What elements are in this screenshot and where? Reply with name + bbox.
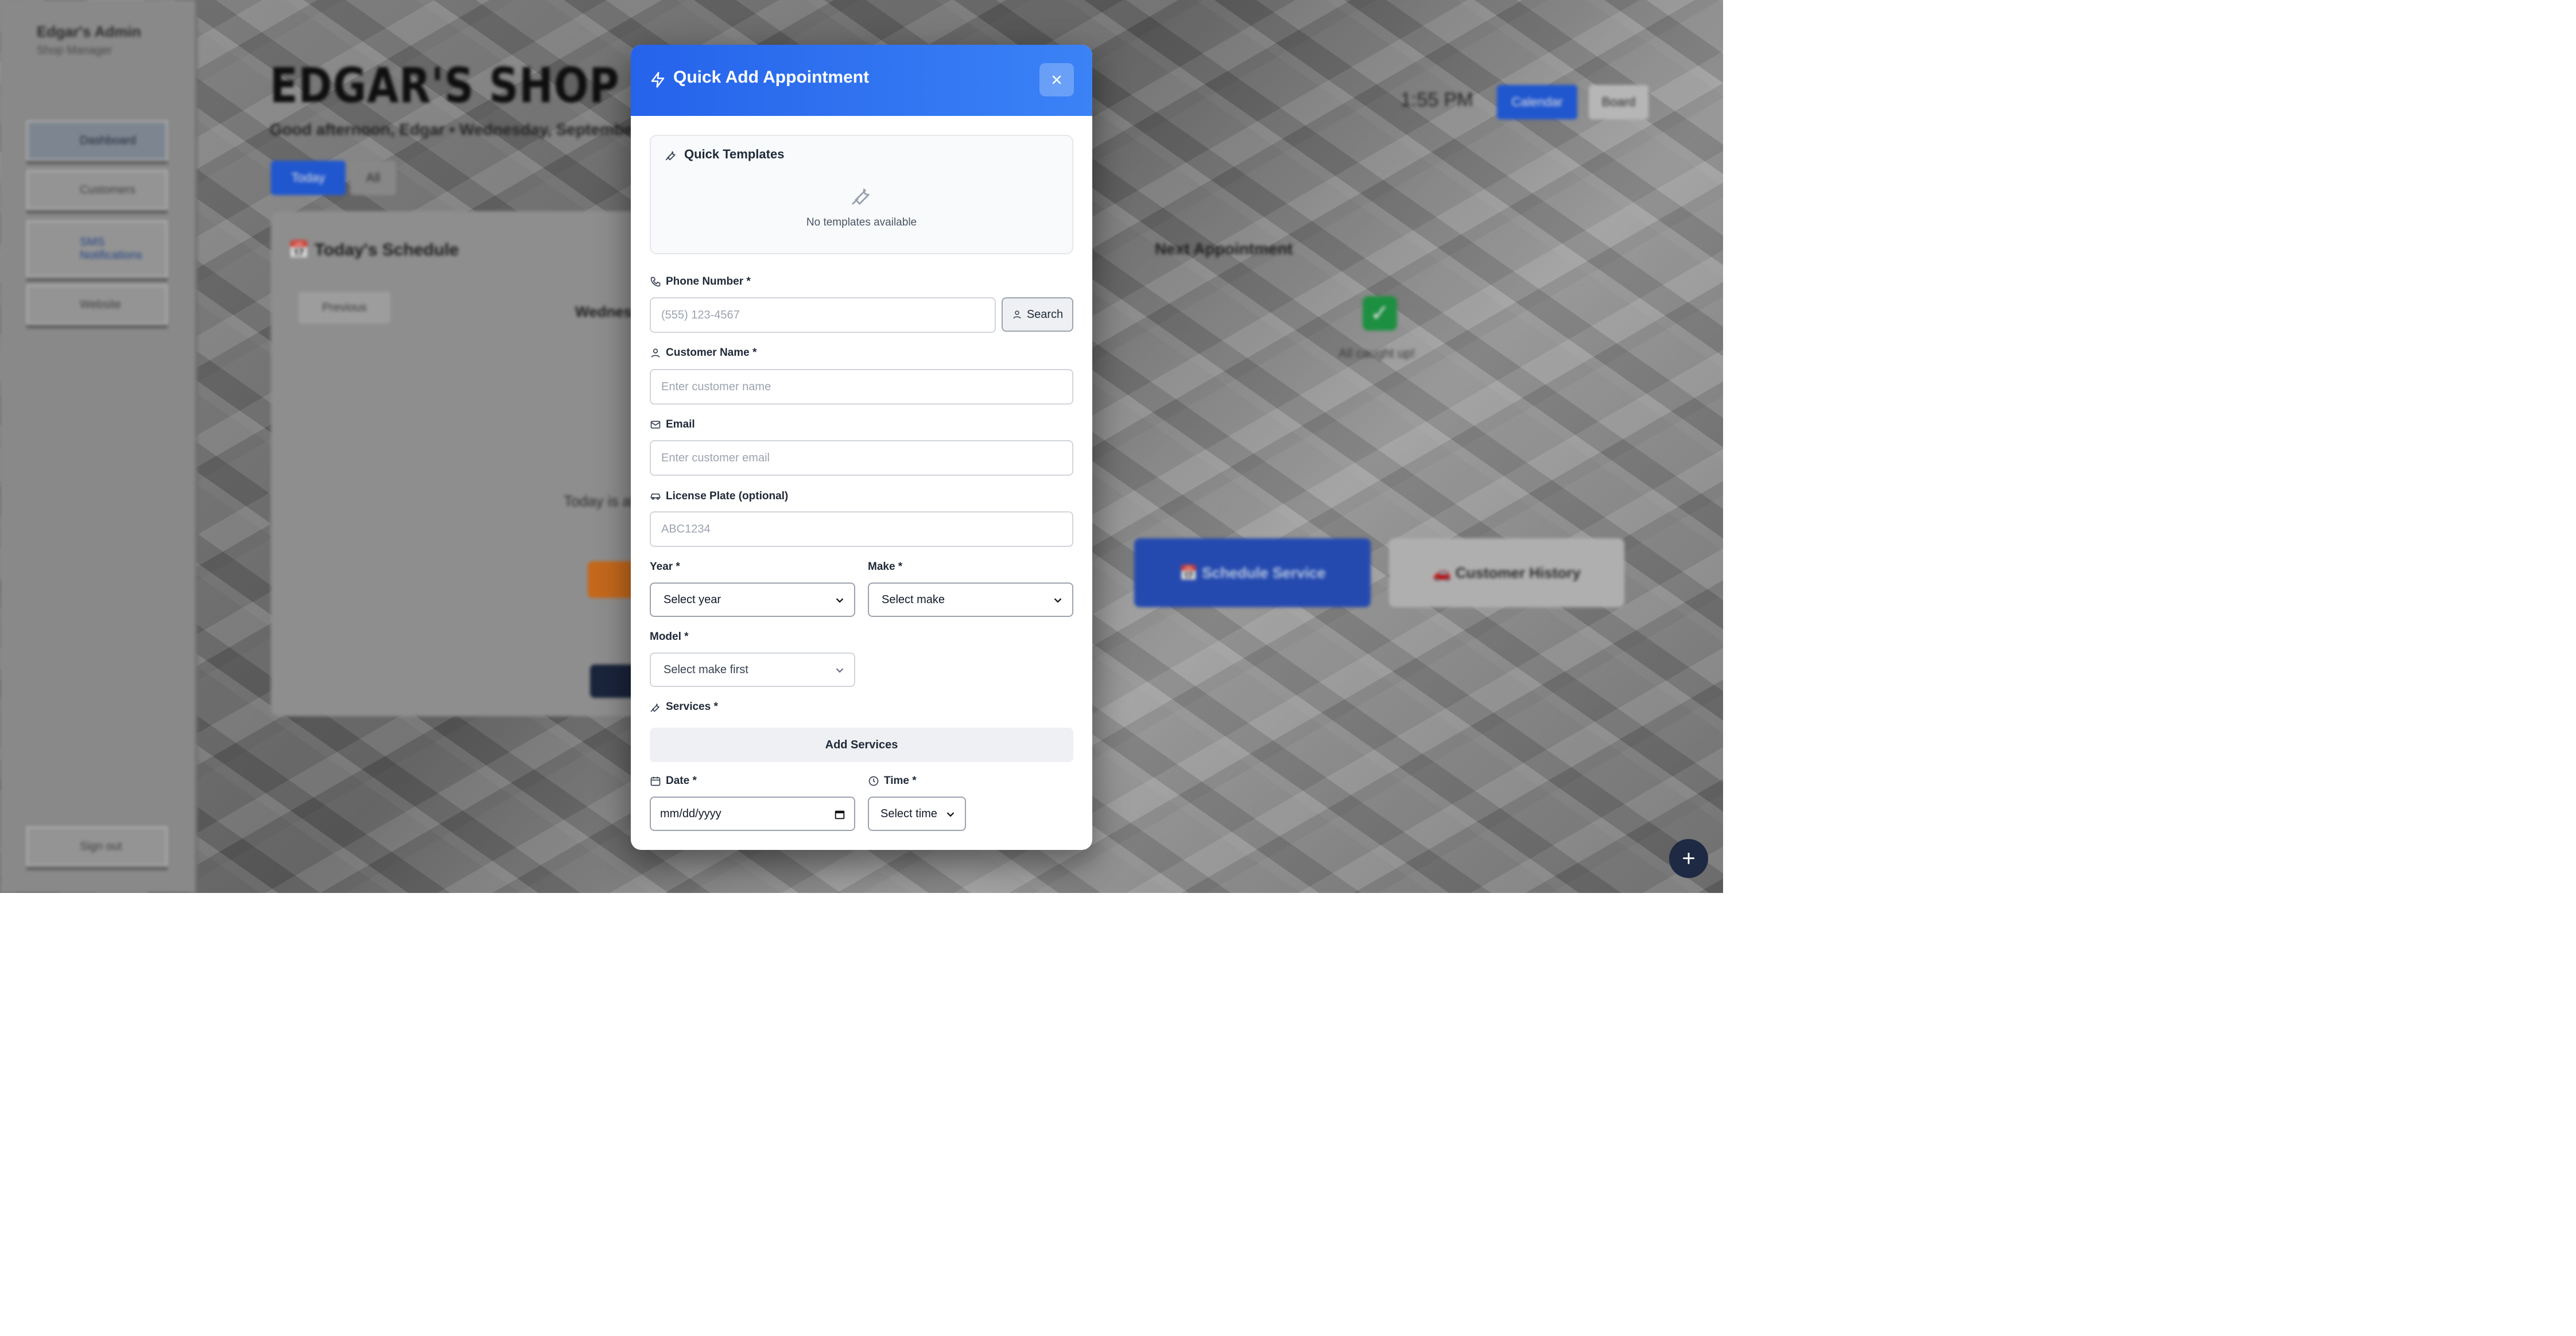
make-label: Make *: [868, 561, 903, 573]
date-label: Date *: [650, 775, 697, 787]
app-window: Edgar's Admin Shop Manager Dashboard Cus…: [0, 0, 1723, 893]
templates-empty-text: No templates available: [806, 216, 917, 228]
services-label-text: Services *: [666, 701, 718, 713]
time-label: Time *: [868, 775, 917, 787]
license-plate-label-text: License Plate (optional): [666, 490, 789, 502]
wrench-icon: [665, 151, 676, 161]
quick-add-modal: Quick Add Appointment Quick Templates No…: [631, 45, 1092, 850]
close-icon: [1052, 75, 1061, 84]
user-icon: [1013, 310, 1021, 319]
add-services-button[interactable]: Add Services: [650, 728, 1073, 762]
email-input[interactable]: Enter customer email: [650, 440, 1073, 476]
quick-templates-box: Quick Templates No templates available: [650, 135, 1073, 254]
quick-templates-title: Quick Templates: [684, 147, 785, 161]
chevron-down-icon: [1054, 598, 1062, 603]
wrench-icon: [852, 188, 870, 205]
date-input[interactable]: mm/dd/yyyy: [650, 797, 855, 831]
year-label: Year *: [650, 561, 680, 573]
chevron-down-icon: [946, 812, 955, 817]
chevron-down-icon: [836, 668, 844, 673]
phone-label-text: Phone Number *: [666, 275, 751, 288]
clock-icon: [868, 776, 879, 786]
services-label: Services *: [650, 701, 718, 713]
time-select-value: Select time: [880, 807, 937, 820]
license-plate-label: License Plate (optional): [650, 490, 788, 503]
search-customer-button[interactable]: Search: [1002, 297, 1073, 332]
phone-input[interactable]: (555) 123-4567: [650, 297, 996, 333]
close-button[interactable]: [1039, 63, 1074, 96]
model-select-value: Select make first: [664, 663, 748, 676]
phone-label: Phone Number *: [650, 275, 751, 288]
plus-icon[interactable]: +: [1669, 839, 1708, 878]
mail-icon: [650, 421, 661, 429]
modal-title: Quick Add Appointment: [673, 68, 870, 87]
date-label-text: Date *: [666, 775, 697, 787]
customer-name-label: Customer Name *: [650, 347, 756, 359]
email-label: Email: [650, 418, 695, 431]
wrench-icon: [650, 703, 660, 712]
phone-icon: [650, 277, 661, 287]
chevron-down-icon: [836, 598, 844, 603]
bolt-icon: [651, 72, 665, 88]
year-select-value: Select year: [664, 593, 721, 606]
email-label-text: Email: [666, 418, 695, 430]
model-select[interactable]: Select make first: [650, 653, 855, 687]
year-select[interactable]: Select year: [650, 582, 855, 617]
model-label: Model *: [650, 631, 689, 643]
date-input-value: mm/dd/yyyy: [660, 807, 721, 820]
customer-name-input[interactable]: Enter customer name: [650, 369, 1073, 405]
customer-name-label-text: Customer Name *: [666, 347, 757, 359]
user-icon: [651, 348, 660, 358]
license-plate-input[interactable]: ABC1234: [650, 511, 1073, 547]
time-label-text: Time *: [884, 775, 917, 787]
calendar-icon: [650, 776, 661, 786]
make-select-value: Select make: [882, 593, 945, 606]
car-icon: [650, 494, 661, 500]
make-select[interactable]: Select make: [868, 582, 1073, 617]
time-select[interactable]: Select time: [868, 797, 966, 831]
search-label: Search: [1026, 308, 1064, 321]
modal-header: Quick Add Appointment: [631, 45, 1092, 116]
calendar-icon: [835, 810, 845, 820]
